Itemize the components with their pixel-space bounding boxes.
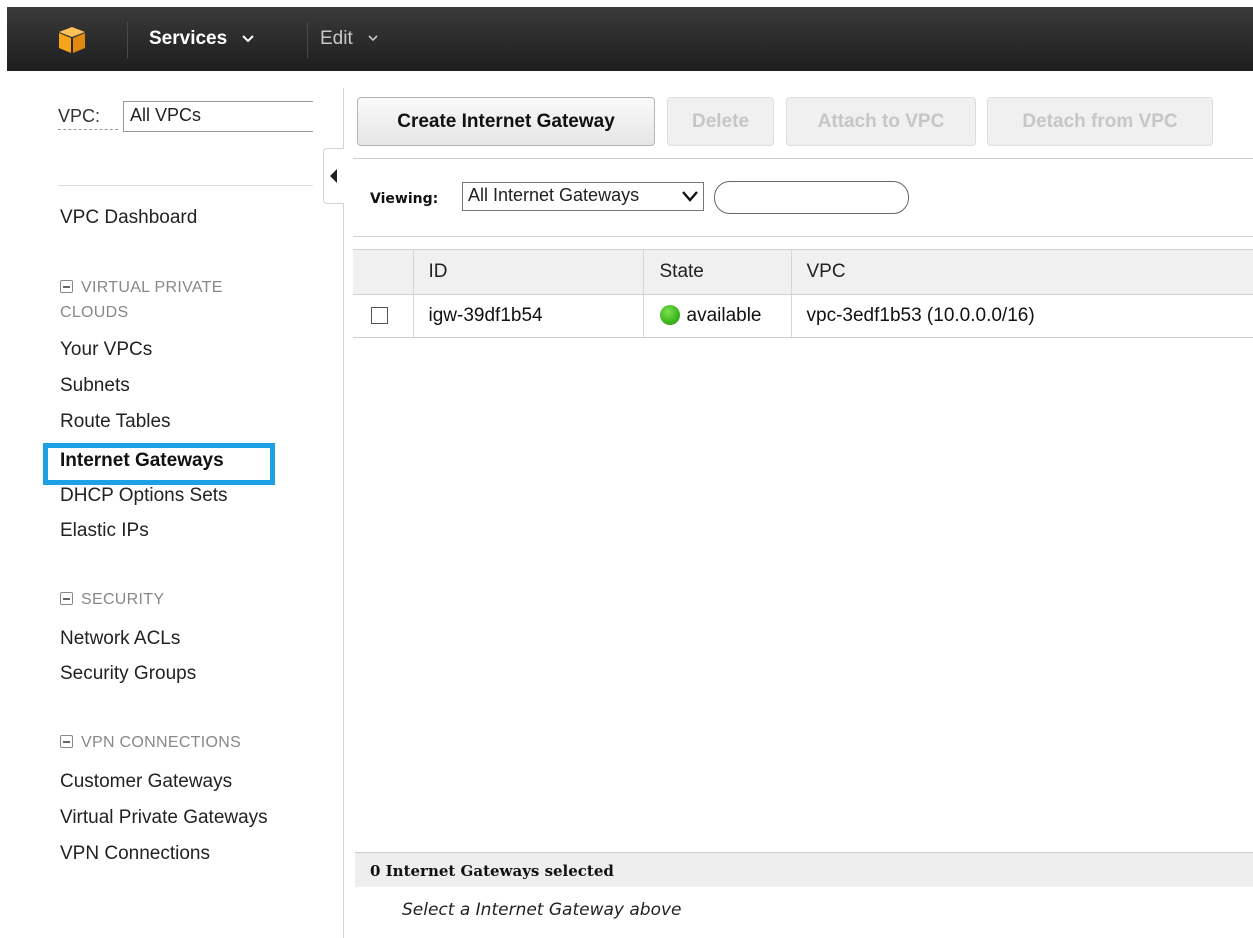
sidebar-splitter [343,88,344,938]
services-menu[interactable]: Services [149,7,255,71]
sidebar-item-customer-gateways[interactable]: Customer Gateways [60,771,232,793]
collapse-minus-icon[interactable] [60,592,73,605]
section-title: VPN CONNECTIONS [81,734,242,751]
collapse-sidebar-arrow-icon[interactable] [323,148,344,204]
sidebar-divider [58,185,313,186]
details-pane-header: 0 Internet Gateways selected [355,852,1253,887]
search-input[interactable] [714,181,909,214]
sidebar-item-elastic-ips[interactable]: Elastic IPs [60,520,149,542]
table-header-row: ID State VPC [353,249,1253,295]
column-header-vpc[interactable]: VPC [791,249,1253,295]
row-checkbox-cell [353,294,414,338]
viewing-filter-value: All Internet Gateways [468,185,640,205]
row-checkbox[interactable] [371,307,388,325]
detach-from-vpc-button[interactable]: Detach from VPC [987,97,1213,146]
collapse-minus-icon[interactable] [60,735,73,748]
sidebar-item-your-vpcs[interactable]: Your VPCs [60,339,152,361]
column-header-state[interactable]: State [643,249,792,295]
select-all-column-header [353,249,414,295]
sidebar-item-network-acls[interactable]: Network ACLs [60,628,180,650]
collapse-minus-icon[interactable] [60,280,73,293]
create-internet-gateway-button[interactable]: Create Internet Gateway [357,97,655,146]
filter-divider [353,236,1253,237]
table-row[interactable]: igw-39df1b54 available vpc-3edf1b53 (10.… [353,294,1253,338]
gateway-state-text: available [686,305,762,326]
section-title: SECURITY [81,591,165,608]
vpc-filter-label: VPC: [58,106,118,130]
sidebar-item-virtual-private-gateways[interactable]: Virtual Private Gateways [60,807,268,829]
column-header-id[interactable]: ID [413,249,644,295]
vpc-filter-select[interactable]: All VPCs [123,101,313,132]
services-menu-label: Services [149,28,228,49]
section-title: VIRTUAL PRIVATE [81,279,223,296]
internet-gateways-table: ID State VPC igw-39df1b54 available vpc-… [353,249,1253,338]
attach-to-vpc-button[interactable]: Attach to VPC [786,97,976,146]
top-navigation-bar: Services Edit [7,7,1253,71]
sidebar-item-internet-gateways[interactable]: Internet Gateways [60,450,224,472]
selected-count-text: 0 Internet Gateways selected [370,862,614,880]
section-header-security[interactable]: SECURITY [60,587,164,612]
viewing-filter-select[interactable]: All Internet Gateways [462,182,704,211]
edit-menu-label: Edit [320,28,353,49]
chevron-down-icon [368,35,378,42]
sidebar-item-route-tables[interactable]: Route Tables [60,411,171,433]
sidebar-item-security-groups[interactable]: Security Groups [60,663,196,685]
details-hint-text: Select a Internet Gateway above [402,900,682,920]
edit-menu[interactable]: Edit [320,7,378,71]
sidebar-item-subnets[interactable]: Subnets [60,375,130,397]
topbar-divider [307,22,308,58]
toolbar-divider [353,158,1253,159]
topbar-divider [127,22,128,58]
section-header-virtual-private-clouds[interactable]: VIRTUAL PRIVATE CLOUDS [60,275,223,325]
sidebar-item-vpc-dashboard[interactable]: VPC Dashboard [60,207,197,229]
sidebar-item-dhcp-options-sets[interactable]: DHCP Options Sets [60,485,228,507]
gateway-state-cell: available [643,294,792,338]
section-title: CLOUDS [60,304,129,321]
viewing-label: Viewing: [370,191,439,207]
section-header-vpn-connections[interactable]: VPN CONNECTIONS [60,730,241,755]
chevron-down-icon [242,35,255,43]
status-available-icon [659,304,680,325]
chevron-down-icon [682,191,698,202]
sidebar-item-vpn-connections[interactable]: VPN Connections [60,843,210,865]
gateway-vpc-cell: vpc-3edf1b53 (10.0.0.0/16) [791,294,1253,338]
gateway-id-cell: igw-39df1b54 [413,294,644,338]
aws-cube-logo-icon[interactable] [57,25,87,55]
delete-button[interactable]: Delete [667,97,774,146]
